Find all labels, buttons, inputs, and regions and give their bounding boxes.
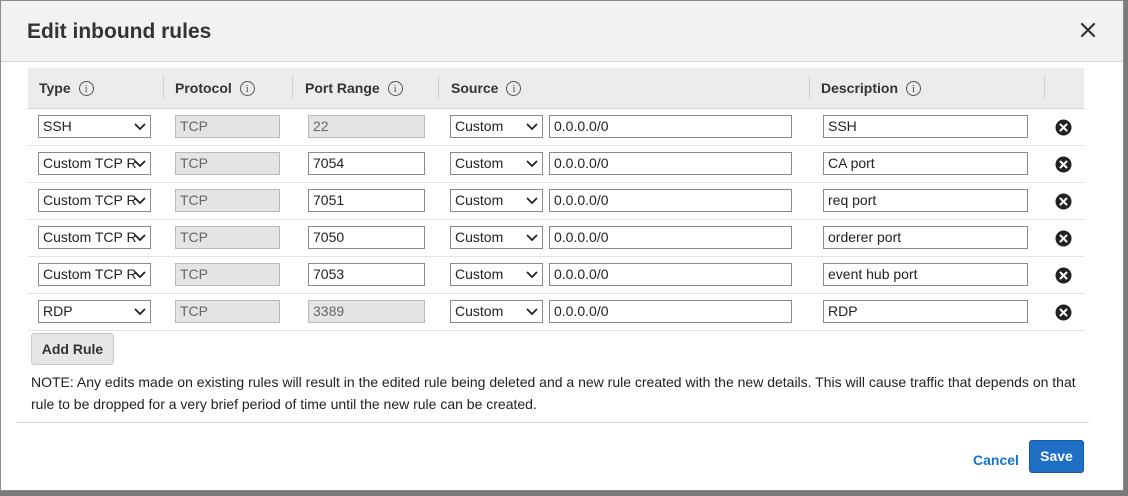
- source-type-select[interactable]: Custom: [450, 263, 543, 286]
- edit-note: NOTE: Any edits made on existing rules w…: [31, 374, 1076, 412]
- source-type-select[interactable]: Custom: [450, 300, 543, 323]
- protocol-field: TCP: [175, 152, 280, 175]
- type-select[interactable]: Custom TCP R: [38, 152, 151, 175]
- source-type-select[interactable]: Custom: [450, 152, 543, 175]
- type-select-value: Custom TCP R: [43, 192, 137, 208]
- rules-table: Type i Protocol i Port Range i Source i …: [28, 68, 1084, 331]
- type-select-value: Custom TCP R: [43, 229, 137, 245]
- type-select-value: Custom TCP R: [43, 266, 137, 282]
- rules-table-body: SSH TCP 22 Custom 0.0.0.0/0 SSH Custom TCP R TC…: [28, 109, 1084, 331]
- source-cidr-input[interactable]: 0.0.0.0/0: [549, 300, 792, 323]
- info-icon[interactable]: i: [506, 80, 522, 96]
- protocol-field: TCP: [175, 300, 280, 323]
- footer-divider: [17, 422, 1089, 423]
- source-cidr-input[interactable]: 0.0.0.0/0: [549, 115, 792, 138]
- port-range-input: 22: [308, 115, 425, 138]
- type-select-value: SSH: [43, 118, 72, 134]
- dialog-header: Edit inbound rules: [1, 1, 1123, 62]
- delete-rule-icon[interactable]: [1055, 304, 1072, 321]
- source-type-select-value: Custom: [455, 118, 504, 134]
- rule-row: Custom TCP R TCP 7051 Custom 0.0.0.0/0 req po…: [28, 183, 1084, 220]
- column-header-protocol: Protocol i: [175, 68, 255, 108]
- source-cidr-input[interactable]: 0.0.0.0/0: [549, 263, 792, 286]
- column-label-port-range: Port Range: [305, 80, 380, 96]
- description-input[interactable]: orderer port: [823, 226, 1028, 249]
- description-input[interactable]: RDP: [823, 300, 1028, 323]
- cancel-button[interactable]: Cancel: [973, 452, 1019, 468]
- rule-row: Custom TCP R TCP 7050 Custom 0.0.0.0/0 ordere…: [28, 220, 1084, 257]
- column-label-type: Type: [39, 80, 71, 96]
- type-select-value: RDP: [43, 303, 73, 319]
- port-range-input: 3389: [308, 300, 425, 323]
- column-label-source: Source: [451, 80, 499, 96]
- dialog-title: Edit inbound rules: [27, 20, 212, 43]
- type-select-value: Custom TCP R: [43, 155, 137, 171]
- source-type-select[interactable]: Custom: [450, 226, 543, 249]
- type-select[interactable]: SSH: [38, 115, 151, 138]
- source-type-select-value: Custom: [455, 229, 504, 245]
- source-type-select[interactable]: Custom: [450, 115, 543, 138]
- description-input[interactable]: SSH: [823, 115, 1028, 138]
- description-input[interactable]: event hub port: [823, 263, 1028, 286]
- info-icon[interactable]: i: [387, 80, 403, 96]
- column-header-source: Source i: [451, 68, 522, 108]
- source-type-select-value: Custom: [455, 266, 504, 282]
- port-range-input[interactable]: 7050: [308, 226, 425, 249]
- save-button[interactable]: Save: [1029, 440, 1084, 473]
- add-rule-button[interactable]: Add Rule: [31, 333, 114, 365]
- type-select[interactable]: RDP: [38, 300, 151, 323]
- info-icon[interactable]: i: [239, 80, 255, 96]
- description-input[interactable]: CA port: [823, 152, 1028, 175]
- source-type-select-value: Custom: [455, 303, 504, 319]
- rule-row: Custom TCP R TCP 7053 Custom 0.0.0.0/0 event …: [28, 257, 1084, 294]
- source-cidr-input[interactable]: 0.0.0.0/0: [549, 152, 792, 175]
- delete-rule-icon[interactable]: [1055, 119, 1072, 136]
- protocol-field: TCP: [175, 226, 280, 249]
- edit-inbound-rules-dialog: Edit inbound rules Type i Protocol i Por…: [0, 0, 1124, 491]
- source-cidr-input[interactable]: 0.0.0.0/0: [549, 189, 792, 212]
- close-icon[interactable]: [1079, 21, 1099, 41]
- column-header-description: Description i: [821, 68, 922, 108]
- port-range-input[interactable]: 7051: [308, 189, 425, 212]
- protocol-field: TCP: [175, 189, 280, 212]
- source-type-select[interactable]: Custom: [450, 189, 543, 212]
- column-header-type: Type i: [39, 68, 94, 108]
- source-cidr-input[interactable]: 0.0.0.0/0: [549, 226, 792, 249]
- info-icon[interactable]: i: [906, 80, 922, 96]
- description-input[interactable]: req port: [823, 189, 1028, 212]
- rule-row: RDP TCP 3389 Custom 0.0.0.0/0 RDP: [28, 294, 1084, 331]
- type-select[interactable]: Custom TCP R: [38, 263, 151, 286]
- source-type-select-value: Custom: [455, 192, 504, 208]
- type-select[interactable]: Custom TCP R: [38, 226, 151, 249]
- protocol-field: TCP: [175, 115, 280, 138]
- column-header-port-range: Port Range i: [305, 68, 403, 108]
- delete-rule-icon[interactable]: [1055, 156, 1072, 173]
- delete-rule-icon[interactable]: [1055, 193, 1072, 210]
- source-type-select-value: Custom: [455, 155, 504, 171]
- port-range-input[interactable]: 7054: [308, 152, 425, 175]
- protocol-field: TCP: [175, 263, 280, 286]
- type-select[interactable]: Custom TCP R: [38, 189, 151, 212]
- delete-rule-icon[interactable]: [1055, 267, 1072, 284]
- port-range-input[interactable]: 7053: [308, 263, 425, 286]
- column-label-protocol: Protocol: [175, 80, 232, 96]
- rule-row: SSH TCP 22 Custom 0.0.0.0/0 SSH: [28, 109, 1084, 146]
- info-icon[interactable]: i: [78, 80, 94, 96]
- table-header: Type i Protocol i Port Range i Source i …: [28, 68, 1084, 109]
- column-label-description: Description: [821, 80, 899, 96]
- delete-rule-icon[interactable]: [1055, 230, 1072, 247]
- rule-row: Custom TCP R TCP 7054 Custom 0.0.0.0/0 CA por…: [28, 146, 1084, 183]
